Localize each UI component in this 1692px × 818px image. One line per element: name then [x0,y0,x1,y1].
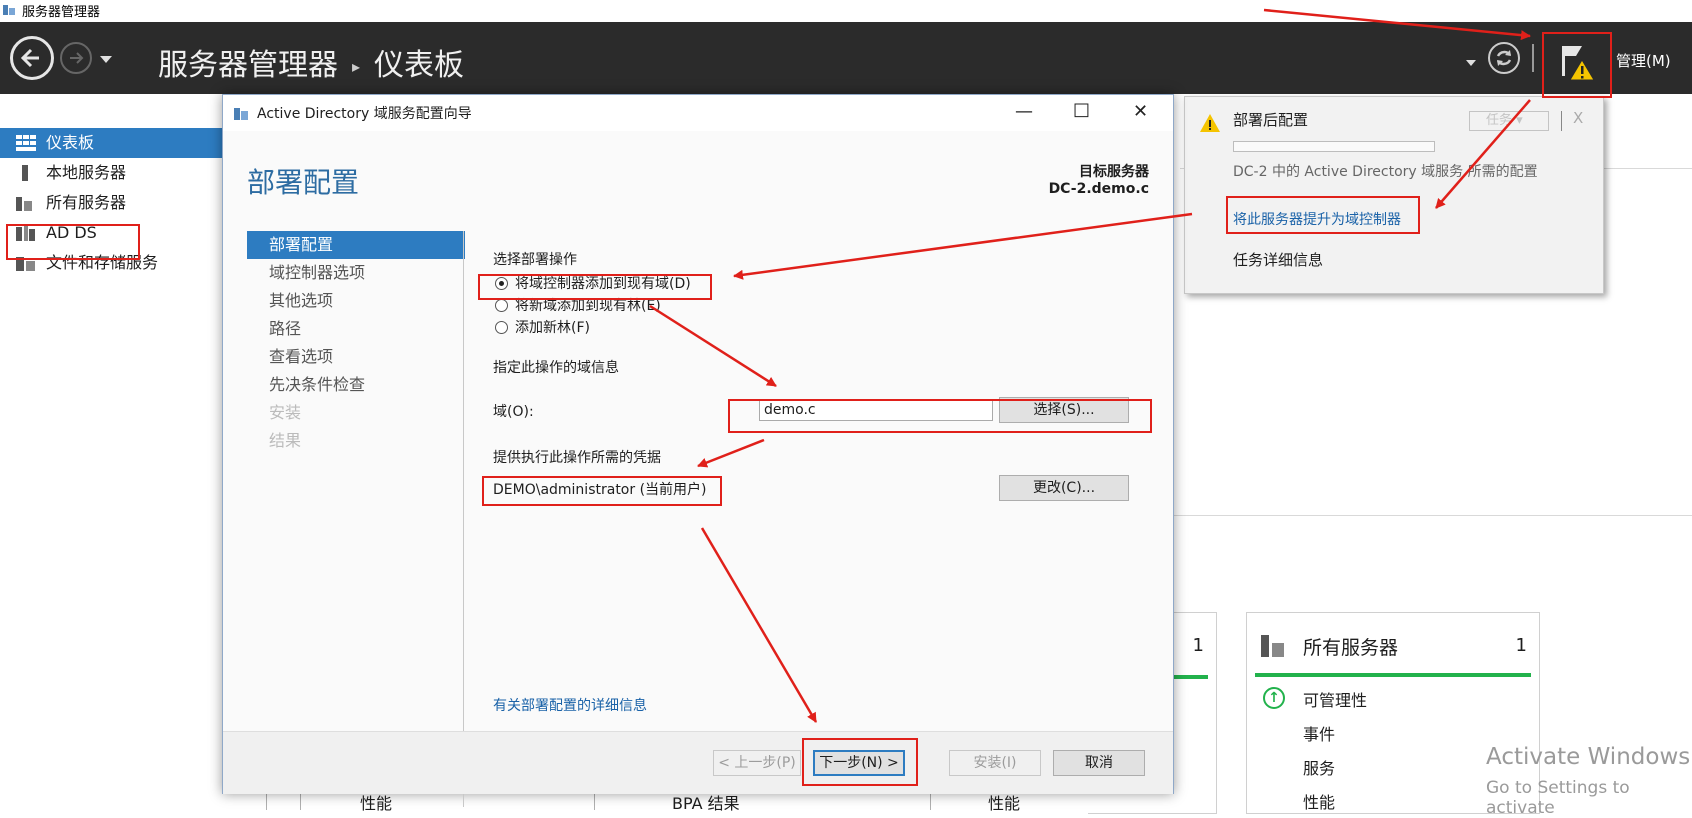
annotation-arrows [649,8,1531,723]
annotation-arrow [649,304,777,388]
annotation-arrow [700,527,818,723]
annotation-arrow [733,212,1193,280]
annotation-arrow [697,438,765,468]
annotation-arrow [1435,99,1531,209]
annotation-arrow [1263,8,1531,41]
